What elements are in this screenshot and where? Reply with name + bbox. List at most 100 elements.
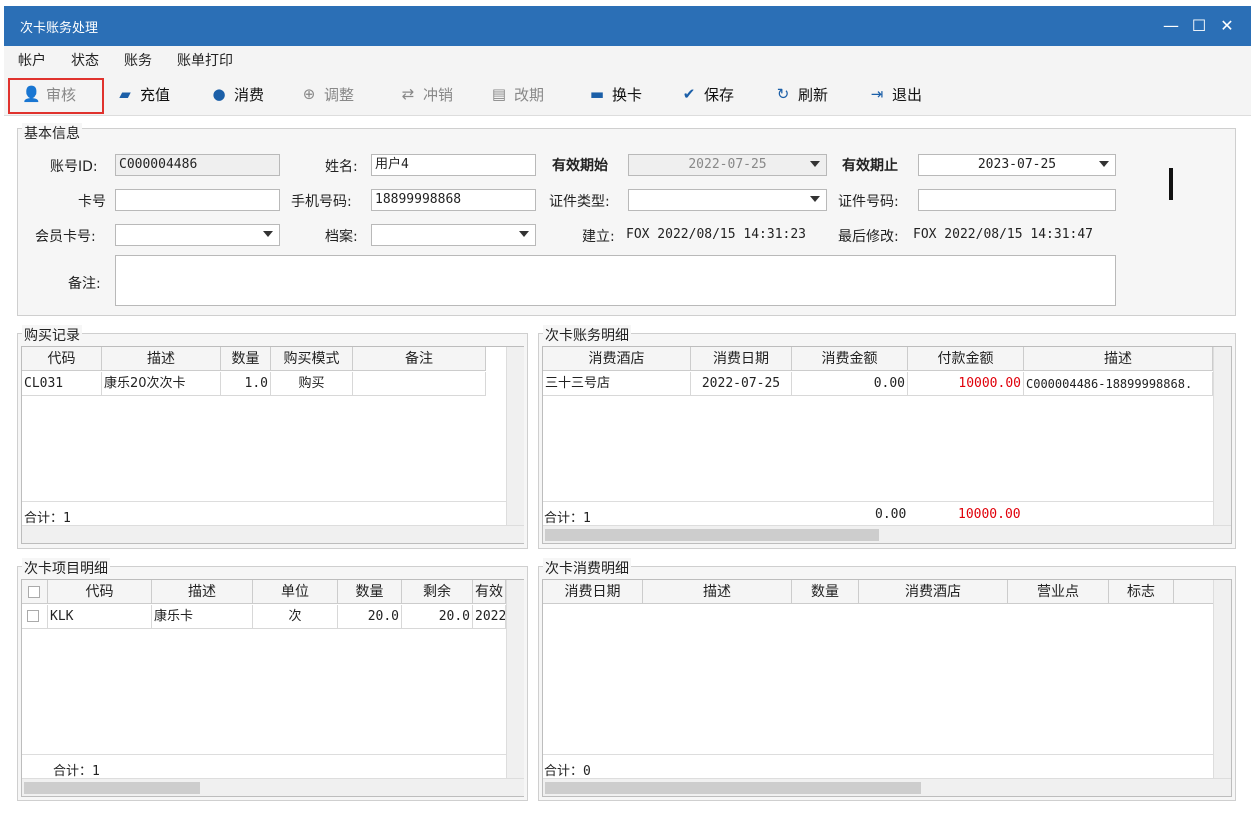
vertical-scrollbar[interactable]: [506, 347, 524, 525]
col-qty[interactable]: 数量: [792, 580, 859, 604]
valid-from-picker[interactable]: 2022-07-25: [628, 154, 827, 176]
maximize-icon[interactable]: ☐: [1188, 15, 1210, 37]
account-id-label: 账号ID:: [50, 159, 98, 175]
purchase-footer: 合计：1: [24, 511, 71, 526]
col-desc[interactable]: 描述: [1024, 347, 1213, 371]
member-card-select[interactable]: [115, 224, 280, 246]
plus-circle-icon: ⊕: [302, 85, 316, 103]
footer-consume-total: 0.00: [875, 507, 907, 522]
minimize-icon[interactable]: —: [1160, 15, 1182, 37]
account-detail-header: 消费酒店 消费日期 消费金额 付款金额 描述: [543, 347, 1213, 371]
phone-field[interactable]: 18899998868: [371, 189, 536, 211]
exit-icon: ⇥: [870, 85, 884, 103]
col-hotel[interactable]: 消费酒店: [859, 580, 1008, 604]
col-valid[interactable]: 有效: [473, 580, 506, 604]
id-type-select[interactable]: [628, 189, 827, 211]
col-qty[interactable]: 数量: [221, 347, 271, 371]
wallet-icon: ▰: [119, 85, 131, 103]
toolbar: 👤 审核 ▰ 充值 ● 消费 ⊕ 调整 ⇄ 冲销 ▤ 改期 ▬ 换卡 ✔ 保存 ↻ 刷新 ⇥ 退出: [4, 72, 1251, 116]
horizontal-scrollbar[interactable]: [543, 525, 1231, 543]
remark-field[interactable]: [115, 255, 1116, 306]
col-code[interactable]: 代码: [48, 580, 152, 604]
col-code[interactable]: 代码: [22, 347, 102, 371]
close-icon[interactable]: ✕: [1216, 15, 1238, 37]
col-outlet[interactable]: 营业点: [1008, 580, 1109, 604]
save-button[interactable]: ✔ 保存: [680, 83, 734, 105]
account-detail-title: 次卡账务明细: [543, 325, 631, 345]
col-date[interactable]: 消费日期: [543, 580, 643, 604]
consume-button[interactable]: ● 消费: [210, 83, 264, 105]
text-cursor-icon: [1169, 168, 1173, 200]
col-desc[interactable]: 描述: [152, 580, 253, 604]
basic-info-title: 基本信息: [22, 123, 82, 143]
select-all-checkbox[interactable]: [28, 586, 40, 598]
col-date[interactable]: 消费日期: [691, 347, 792, 371]
col-remain[interactable]: 剩余: [402, 580, 473, 604]
vertical-scrollbar[interactable]: [1213, 580, 1231, 778]
member-card-label: 会员卡号:: [35, 229, 96, 245]
check-circle-icon: ✔: [682, 85, 696, 103]
menu-bar: 帐户 状态 账务 账单打印: [4, 46, 1251, 72]
footer-pay-total: 10000.00: [958, 507, 1021, 522]
modified-label: 最后修改:: [838, 229, 899, 245]
valid-to-picker[interactable]: 2023-07-25: [918, 154, 1116, 176]
col-desc[interactable]: 描述: [643, 580, 792, 604]
row-checkbox[interactable]: [27, 610, 39, 622]
name-field[interactable]: 用户4: [371, 154, 536, 176]
archive-label: 档案:: [325, 229, 358, 245]
chevron-down-icon: [810, 161, 820, 167]
col-consume-amount[interactable]: 消费金额: [792, 347, 908, 371]
id-no-field[interactable]: [918, 189, 1116, 211]
horizontal-scrollbar[interactable]: [22, 778, 524, 796]
refresh-button[interactable]: ↻ 刷新: [774, 83, 828, 105]
col-remark[interactable]: 备注: [353, 347, 486, 371]
col-pay-amount[interactable]: 付款金额: [908, 347, 1024, 371]
change-card-button[interactable]: ▬ 换卡: [588, 83, 642, 105]
scrollbar-thumb[interactable]: [24, 782, 200, 794]
account-id-field[interactable]: C000004486: [115, 154, 280, 176]
menu-bill-print[interactable]: 账单打印: [177, 50, 233, 70]
horizontal-scrollbar[interactable]: [543, 778, 1231, 796]
col-qty[interactable]: 数量: [338, 580, 402, 604]
audit-highlight-box: [8, 78, 104, 114]
archive-select[interactable]: [371, 224, 536, 246]
vertical-scrollbar[interactable]: [506, 580, 524, 778]
vertical-scrollbar[interactable]: [1213, 347, 1231, 525]
refresh-icon: ↻: [776, 85, 790, 103]
created-value: FOX 2022/08/15 14:31:23: [626, 227, 807, 242]
chevron-down-icon: [1099, 161, 1109, 167]
items-title: 次卡项目明细: [22, 558, 110, 578]
reverse-button[interactable]: ⇄ 冲销: [399, 83, 453, 105]
card-icon: ▬: [589, 85, 605, 103]
scrollbar-thumb[interactable]: [545, 782, 921, 794]
window-title: 次卡账务处理: [20, 21, 99, 36]
col-mode[interactable]: 购买模式: [271, 347, 353, 371]
menu-status[interactable]: 状态: [71, 50, 99, 70]
col-flag[interactable]: 标志: [1109, 580, 1174, 604]
col-unit[interactable]: 单位: [253, 580, 338, 604]
swap-arrows-icon: ⇄: [401, 85, 415, 103]
adjust-button[interactable]: ⊕ 调整: [300, 83, 354, 105]
items-footer: 合计：1: [53, 764, 100, 779]
chevron-down-icon: [519, 231, 529, 237]
change-date-button[interactable]: ▤ 改期: [490, 83, 544, 105]
money-bag-icon: ●: [212, 85, 226, 103]
menu-billing[interactable]: 账务: [124, 50, 152, 70]
valid-to-label: 有效期止: [842, 158, 898, 174]
recharge-button[interactable]: ▰ 充值: [116, 83, 170, 105]
consume-detail-footer: 合计：0: [544, 764, 591, 779]
valid-from-label: 有效期始: [552, 158, 608, 174]
consume-detail-title: 次卡消费明细: [543, 558, 631, 578]
consume-detail-grid: 消费日期 描述 数量 消费酒店 营业点 标志 合计：0: [542, 579, 1232, 797]
calendar-icon: ▤: [491, 85, 507, 103]
horizontal-scrollbar[interactable]: [22, 525, 524, 543]
exit-button[interactable]: ⇥ 退出: [868, 83, 922, 105]
purchase-header: 代码 描述 数量 购买模式 备注: [22, 347, 486, 371]
card-no-field[interactable]: [115, 189, 280, 211]
title-bar: 次卡账务处理 — ☐ ✕: [4, 6, 1251, 46]
chevron-down-icon: [810, 196, 820, 202]
menu-account[interactable]: 帐户: [18, 50, 46, 70]
scrollbar-thumb[interactable]: [545, 529, 879, 541]
col-desc[interactable]: 描述: [102, 347, 221, 371]
col-hotel[interactable]: 消费酒店: [543, 347, 691, 371]
